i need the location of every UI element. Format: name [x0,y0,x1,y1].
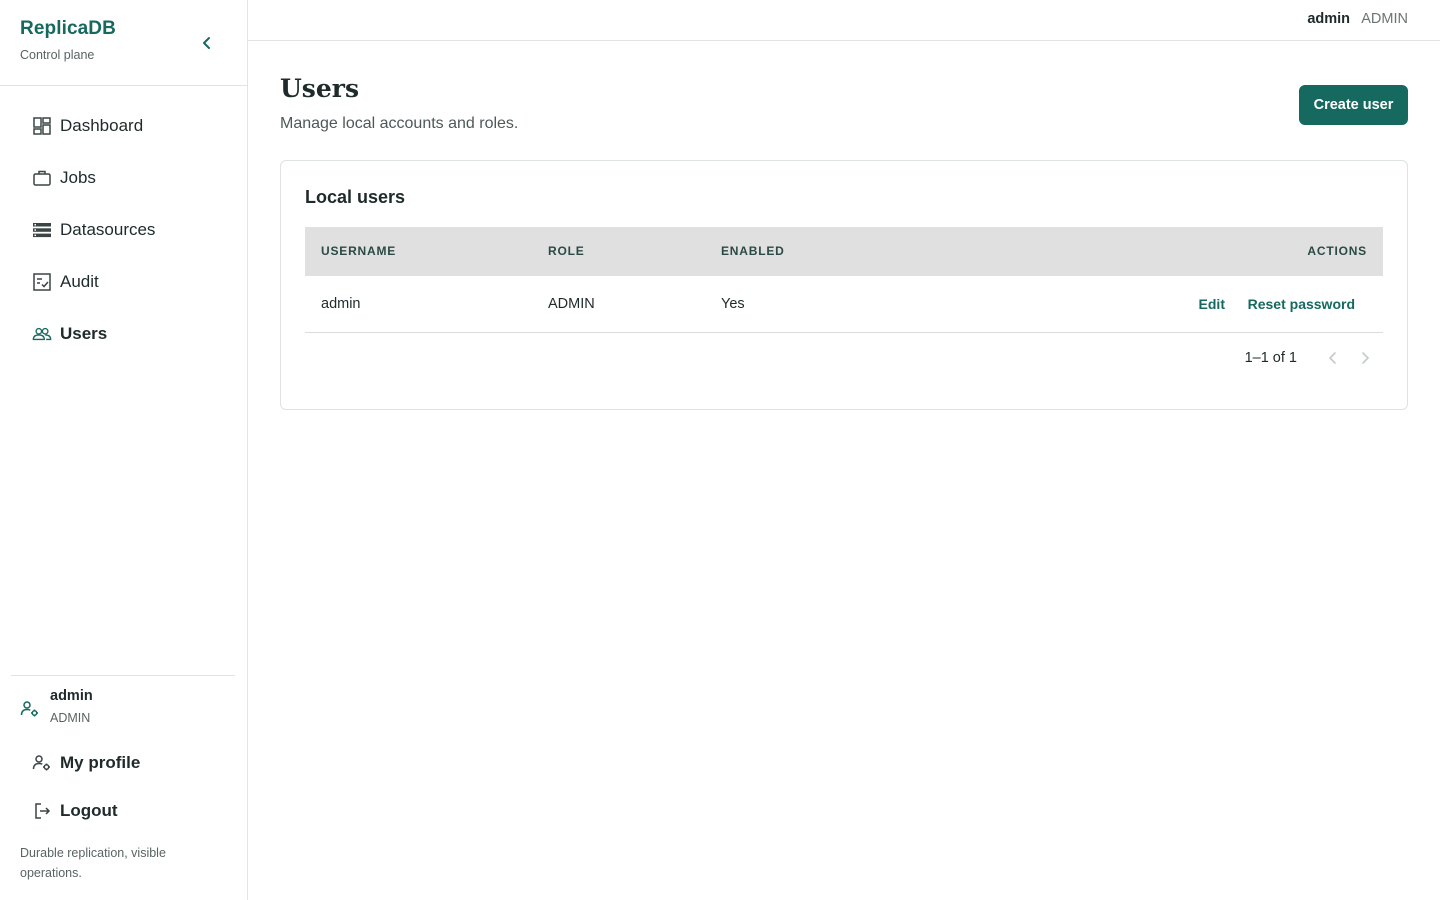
briefcase-icon [32,168,52,188]
logout-icon [32,801,52,821]
chevron-right-icon [1362,352,1370,364]
sidebar-nav: Dashboard Jobs Datasources Audit Users [20,100,228,360]
sidebar-item-label: Datasources [60,220,156,239]
topbar-user: admin ADMIN [1307,11,1408,27]
sidebar-item-label: Audit [60,272,99,291]
brand-subtitle: Control plane [20,48,95,62]
sidebar-item-label: Dashboard [60,116,144,135]
sidebar-item-jobs[interactable]: Jobs [20,152,228,204]
card-title: Local users [305,187,406,207]
brand-title: ReplicaDB [20,18,116,39]
storage-icon [32,220,52,240]
pagination-range: 1–1 of 1 [1244,350,1297,366]
column-header-enabled[interactable]: ENABLED [721,244,785,258]
cell-role: ADMIN [548,296,595,312]
column-header-role[interactable]: ROLE [548,244,585,258]
brand: ReplicaDB Control plane [20,18,116,62]
chevron-left-icon [203,37,210,49]
dashboard-icon [32,116,52,136]
users-icon [32,324,52,344]
create-user-button[interactable]: Create user [1299,85,1408,125]
user-settings-icon [32,753,52,773]
sidebar-tagline: Durable replication, visible operations. [20,846,166,880]
reset-password-button[interactable]: Reset password [1248,296,1355,312]
sidebar-item-datasources[interactable]: Datasources [20,204,228,256]
next-page-button[interactable] [1354,347,1376,369]
sidebar: ReplicaDB Control plane Dashboard Jobs D… [0,0,248,900]
topbar-role: ADMIN [1361,11,1408,27]
users-table: USERNAME ROLE ENABLED ACTIONS admin ADMI… [305,227,1383,333]
table-row: admin ADMIN Yes Edit Reset password [305,276,1383,333]
page-subtitle: Manage local accounts and roles. [280,115,519,132]
current-user-role: ADMIN [50,711,91,725]
chevron-left-icon [1328,352,1336,364]
my-profile-link[interactable]: My profile [32,753,140,773]
page-title: Users [280,74,360,103]
sidebar-item-users[interactable]: Users [20,308,228,360]
checklist-icon [32,272,52,292]
sidebar-divider [0,85,247,86]
logout-label: Logout [60,801,118,820]
edit-user-button[interactable]: Edit [1199,296,1225,312]
topbar: admin ADMIN [248,0,1440,41]
collapse-sidebar-button[interactable] [194,30,220,56]
logout-link[interactable]: Logout [32,801,118,821]
column-header-actions: ACTIONS [1307,244,1367,258]
topbar-username: admin [1307,11,1351,27]
table-header: USERNAME ROLE ENABLED ACTIONS [305,227,1383,276]
sidebar-item-dashboard[interactable]: Dashboard [20,100,228,152]
sidebar-item-label: Jobs [60,168,96,187]
column-header-username[interactable]: USERNAME [321,244,396,258]
sidebar-bottom-divider [11,675,235,676]
current-user: admin ADMIN [20,688,93,725]
user-settings-icon [20,699,40,719]
pagination: 1–1 of 1 [305,343,1383,373]
my-profile-label: My profile [60,753,141,772]
current-user-name: admin [50,688,93,704]
cell-username: admin [321,296,361,312]
previous-page-button[interactable] [1322,347,1344,369]
sidebar-item-label: Users [60,324,108,343]
users-card: Local users USERNAME ROLE ENABLED ACTION… [280,160,1408,410]
sidebar-item-audit[interactable]: Audit [20,256,228,308]
cell-enabled: Yes [721,296,745,312]
